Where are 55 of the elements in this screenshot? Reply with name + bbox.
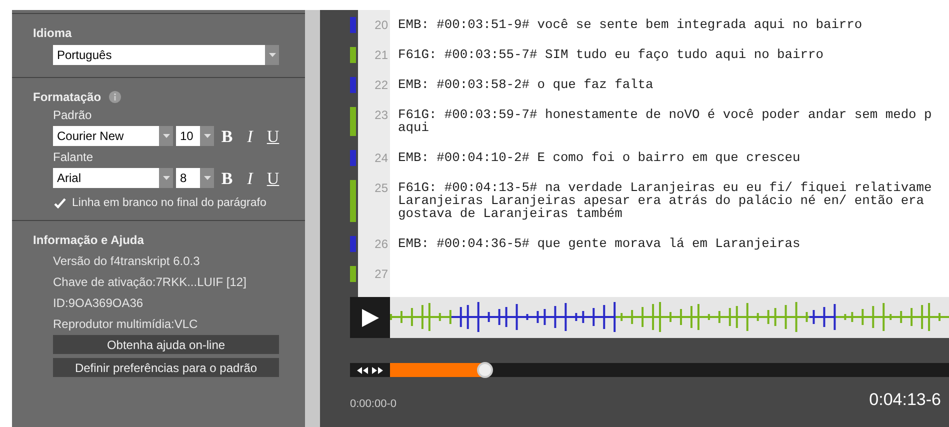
caret-icon [162,134,170,138]
line-number: 23 [374,108,388,122]
language-dropdown[interactable]: Português [53,45,279,65]
line-number: 25 [374,181,388,195]
play-button[interactable] [350,297,390,338]
info-icon [109,91,122,103]
section-heading: Formatação [33,90,102,104]
line-number: 27 [374,267,388,281]
caret-icon [162,176,170,180]
transcript-line: aqui [398,121,430,134]
line-number: 26 [374,237,388,251]
fast-forward-icon[interactable] [372,366,383,374]
action-button[interactable]: Obtenha ajuda on-line [53,335,279,354]
caret-icon [204,134,210,138]
style-label: Padrão [53,108,93,122]
section-heading: Informação e Ajuda [33,233,145,247]
caret-icon [268,53,276,57]
start-time: 0:00:00-0 [350,397,396,412]
transcript-line: EMB: #00:03:58-2# o que faz falta [398,78,654,91]
italic-button[interactable]: I [240,126,260,146]
action-button[interactable]: Definir preferências para o padrão [53,358,279,377]
seek-handle[interactable] [477,362,494,378]
transcript-line: Laranjeiras Laranjeiras apesar era atrás do palácio né en/ então era [398,194,926,207]
font-size-dropdown[interactable]: 10 [176,126,214,146]
section-heading: Idioma [33,26,73,40]
line-number: 24 [374,151,388,165]
underline-button[interactable]: U [263,126,283,146]
bold-button[interactable]: B [217,126,237,146]
checkbox-label: Linha em branco no final do parágrafo [72,196,266,210]
font-dropdown[interactable]: Courier New [53,126,173,146]
font-dropdown[interactable]: Arial [53,168,173,188]
current-time: 0:04:13-6 [869,389,941,411]
info-text: ID:9OA369OA36 [53,296,144,310]
transcript-line: F61G: #00:03:55-7# SIM tudo eu faço tudo aqui no bairro [398,48,824,61]
info-text: Reprodutor multimídia:VLC [53,317,199,331]
font-size-dropdown[interactable]: 8 [176,168,214,188]
underline-button[interactable]: U [263,168,283,188]
transcript-line: EMB: #00:04:10-2# E como foi o bairro em que cresceu [398,151,802,164]
style-label: Falante [53,150,94,164]
checkbox[interactable] [53,196,66,210]
transcript-line: F61G: #00:03:59-7# honestamente de noVO é você poder andar sem medo p [398,108,933,121]
italic-button[interactable]: I [240,168,260,188]
transcript-line: F61G: #00:04:13-5# na verdade Laranjeiras eu eu fi/ fiquei relativame [398,181,933,194]
caret-icon [204,176,210,180]
info-text: Versão do f4transkript 6.0.3 [53,254,201,268]
transcript-line: EMB: #00:03:51-9# você se sente bem integrada aqui no bairro [398,18,864,31]
line-number: 20 [374,18,388,32]
info-text: Chave de ativação:7RKK...LUIF [12] [53,275,248,289]
bold-button[interactable]: B [217,168,237,188]
play-icon [362,308,378,326]
line-number: 21 [374,48,388,62]
line-number: 22 [374,78,388,92]
rewind-icon[interactable] [357,366,368,374]
transcript-line: EMB: #00:04:36-5# que gente morava lá em Laranjeiras [398,237,802,250]
transcript-line: gostava de Laranjeiras também [398,207,622,220]
